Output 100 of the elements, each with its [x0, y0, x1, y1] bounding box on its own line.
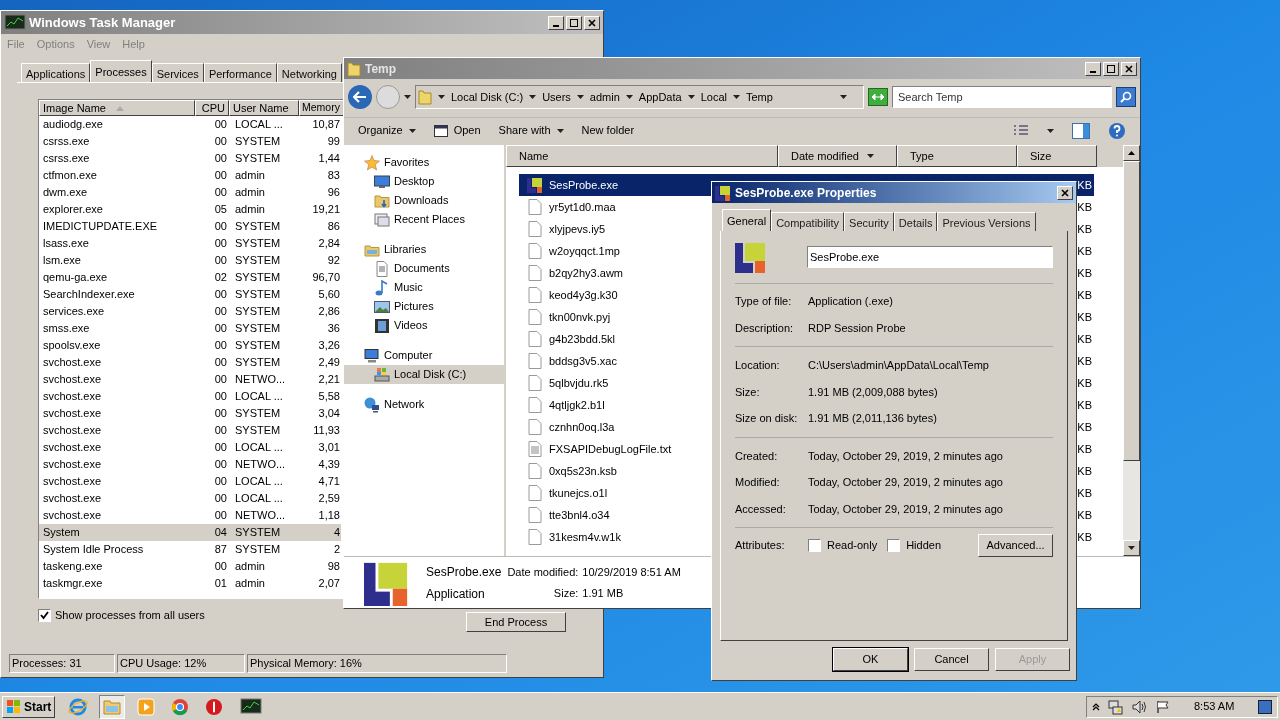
table-cell-text: 10,87: [311, 117, 340, 133]
table-cell-text: SYSTEM: [234, 321, 282, 337]
table-cell-text: SYSTEM: [234, 287, 282, 303]
file-name: g4b23bdd.5kl: [549, 331, 616, 347]
checkbox-label: Hidden: [906, 538, 941, 554]
table-cell-text: 87: [213, 542, 228, 558]
table-cell-text: 00: [213, 355, 228, 371]
table-cell-text: NETWO...: [234, 508, 287, 524]
property-value: 1.91 MB (2,011,136 bytes): [808, 411, 937, 426]
table-cell-text: 00: [213, 508, 228, 524]
table-cell-text: 2,84: [317, 236, 340, 252]
table-cell-text: SYSTEM: [234, 236, 282, 252]
file-size: KB: [1077, 507, 1093, 523]
table-cell-text: admin: [234, 185, 266, 201]
table-cell-text: SearchIndexer.exe: [42, 287, 136, 303]
table-cell-text: 99: [326, 134, 340, 150]
table-cell-text: 00: [213, 253, 228, 269]
table-cell-text: lsass.exe: [42, 236, 90, 252]
table-cell-text: 98: [326, 559, 340, 575]
table-cell-text: 00: [213, 559, 228, 575]
table-cell-text: 4,39: [317, 457, 340, 473]
table-cell-text: lsm.exe: [42, 253, 82, 269]
table-cell-text: SYSTEM: [234, 134, 282, 150]
table-cell-text: smss.exe: [42, 321, 91, 337]
table-cell-text: LOCAL ...: [234, 474, 284, 490]
table-cell-text: IMEDICTUPDATE.EXE: [42, 219, 159, 235]
table-cell-text: 00: [213, 236, 228, 252]
table-cell-text: 4: [332, 525, 340, 541]
checkbox-label: Show processes from all users: [55, 608, 205, 623]
table-cell-text: csrss.exe: [42, 151, 91, 167]
table-cell-text: 5,58: [317, 389, 340, 405]
window-title: SesProbe.exe Properties: [735, 184, 877, 202]
window-title: Windows Task Manager: [29, 13, 176, 32]
detail-label: Date modified:: [507, 565, 579, 580]
table-cell-text: SYSTEM: [234, 253, 282, 269]
table-cell-text: dwm.exe: [42, 185, 89, 201]
file-name: SesProbe.exe: [549, 177, 619, 193]
table-cell-text: 00: [213, 151, 228, 167]
property-label: Modified:: [735, 475, 781, 490]
table-cell-text: NETWO...: [234, 372, 287, 388]
table-cell-text: 11,93: [312, 423, 340, 439]
table-cell-text: ctfmon.exe: [42, 168, 98, 184]
file-size: KB: [1077, 243, 1093, 259]
table-cell-text: 2,07: [317, 576, 340, 592]
clock: 8:53 AM: [1194, 699, 1236, 715]
property-value: Today, October 29, 2019, 2 minutes ago: [808, 501, 1003, 517]
table-cell-text: 00: [213, 287, 228, 303]
table-cell-text: 00: [213, 168, 228, 184]
file-name: SesProbe.exe: [426, 563, 502, 581]
table-cell-text: 2,21: [317, 372, 340, 388]
file-size: KB: [1077, 331, 1093, 347]
table-cell-text: svchost.exe: [42, 508, 103, 524]
table-cell-text: 00: [213, 372, 228, 388]
file-size: KB: [1077, 265, 1093, 281]
table-cell-text: 96: [326, 185, 340, 201]
file-size: KB: [1077, 375, 1093, 391]
table-cell-text: 00: [213, 389, 228, 405]
file-name: w2oyqqct.1mp: [549, 243, 620, 259]
property-value: 1.91 MB (2,009,088 bytes): [808, 384, 938, 400]
file-size: KB: [1077, 221, 1093, 237]
property-value: RDP Session Probe: [808, 320, 906, 336]
table-cell-text: LOCAL ...: [234, 491, 284, 507]
table-cell-text: admin: [234, 559, 266, 575]
file-size: KB: [1077, 485, 1093, 501]
table-cell-text: LOCAL ...: [234, 117, 284, 133]
file-name: 4qtljgk2.b1l: [549, 397, 605, 413]
table-cell-text: SYSTEM: [234, 304, 282, 320]
table-cell-text: admin: [234, 576, 266, 592]
table-cell-text: 4,71: [317, 474, 340, 490]
status-bar-field: Processes: 31: [9, 654, 115, 673]
table-cell-text: SYSTEM: [234, 270, 282, 286]
property-label: Size:: [735, 384, 761, 400]
file-name: cznhn0oq.l3a: [549, 419, 615, 435]
table-cell-text: explorer.exe: [42, 202, 104, 218]
file-size: KB: [1077, 177, 1093, 193]
table-cell-text: 00: [213, 134, 228, 150]
table-cell-text: LOCAL ...: [234, 440, 284, 456]
file-name: tte3bnl4.o34: [549, 507, 610, 523]
file-name: b2qy2hy3.awm: [549, 265, 623, 281]
table-cell-text: 86: [326, 219, 340, 235]
file-name: 31kesm4v.w1k: [549, 529, 621, 545]
property-value: Today, October 29, 2019, 2 minutes ago: [808, 475, 1003, 490]
table-cell-text: 00: [213, 219, 228, 235]
file-name: keod4y3g.k30: [549, 287, 618, 303]
table-cell-text: qemu-ga.exe: [42, 270, 109, 286]
file-size: KB: [1077, 309, 1093, 325]
table-cell-text: NETWO...: [234, 457, 287, 473]
table-cell-text: 00: [213, 423, 228, 439]
table-cell-text: svchost.exe: [42, 423, 103, 439]
table-cell-text: 3,01: [317, 440, 340, 456]
table-cell-text: admin: [234, 168, 266, 184]
table-cell-text: 5,60: [317, 287, 340, 303]
table-cell-text: 01: [213, 576, 228, 592]
table-cell-text: SYSTEM: [234, 542, 282, 558]
detail-label: Size:: [552, 585, 579, 601]
property-label: Size on disk:: [735, 411, 799, 426]
table-cell-text: svchost.exe: [42, 440, 103, 456]
table-cell-text: 00: [213, 491, 228, 507]
file-size: KB: [1077, 441, 1093, 457]
file-name: tkunejcs.o1l: [549, 485, 608, 501]
